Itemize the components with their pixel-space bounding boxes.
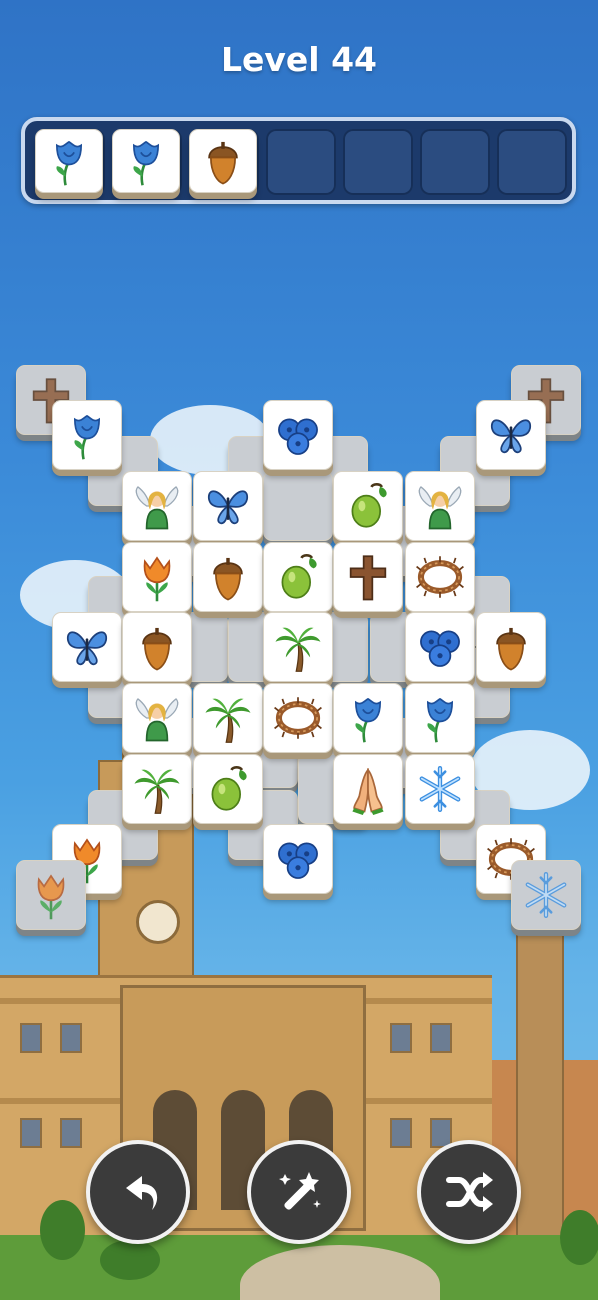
tray-tile-blue-rose [35, 129, 103, 193]
board-tile-snowflake [511, 860, 581, 930]
obelisk [516, 930, 564, 1264]
blue-rose-icon [426, 697, 454, 743]
cross-icon [349, 555, 387, 601]
tray-slot [189, 129, 259, 195]
blueberries-icon [278, 842, 318, 879]
tray-slot [112, 129, 182, 195]
board-tile-blue-rose[interactable] [405, 683, 475, 753]
angel-icon [135, 486, 179, 530]
shuffle-icon [446, 1172, 493, 1212]
tray-slot [420, 129, 490, 195]
shuffle-button[interactable] [417, 1140, 521, 1244]
blue-rose-icon [132, 140, 160, 186]
acorn-icon [496, 627, 526, 671]
palm-tree-icon [275, 627, 321, 672]
board-tile-palm-tree[interactable] [193, 683, 263, 753]
crown-of-thorns-icon [416, 556, 464, 598]
olive-icon [211, 766, 247, 811]
clock [136, 900, 180, 944]
board-tile-olive[interactable] [193, 754, 263, 824]
tray-slot [266, 129, 336, 195]
blueberries-icon [420, 630, 460, 667]
board-tile-cross[interactable] [333, 542, 403, 612]
board-tile-acorn[interactable] [193, 542, 263, 612]
board-tile-olive[interactable] [263, 542, 333, 612]
board-tile-tulip [16, 860, 86, 930]
board-tile-covered [263, 471, 333, 541]
board-tile-blueberries[interactable] [405, 612, 475, 682]
tray-slot [35, 129, 105, 195]
blueberries-icon [278, 418, 318, 455]
tray-slot [497, 129, 567, 195]
bush [40, 1200, 85, 1260]
butterfly-icon [67, 631, 107, 666]
board-tile-angel[interactable] [122, 683, 192, 753]
angel-icon [418, 486, 462, 530]
board-tile-angel[interactable] [405, 471, 475, 541]
board-tile-snowflake[interactable] [405, 754, 475, 824]
tray-tile-acorn [189, 129, 257, 193]
hint-button[interactable] [247, 1140, 351, 1244]
bush [100, 1240, 160, 1280]
palm-tree-icon [205, 698, 251, 743]
snowflake-icon [525, 872, 567, 918]
magic-wand-icon [279, 1172, 321, 1210]
board-tile-palm-tree[interactable] [122, 754, 192, 824]
board-tile-crown-of-thorns[interactable] [405, 542, 475, 612]
board-tile-acorn[interactable] [122, 612, 192, 682]
crown-of-thorns-icon [274, 697, 322, 739]
acorn-icon [142, 627, 172, 671]
snowflake-icon [419, 766, 461, 812]
board-tile-blueberries[interactable] [263, 400, 333, 470]
board-tile-butterfly[interactable] [193, 471, 263, 541]
tulip-icon [143, 556, 171, 602]
board-tile-palm-tree[interactable] [263, 612, 333, 682]
undo-button[interactable] [86, 1140, 190, 1244]
blue-rose-icon [73, 414, 101, 460]
praying-hands-icon [352, 767, 384, 815]
tile-tray [21, 117, 576, 204]
butterfly-icon [208, 490, 248, 525]
board-tile-praying-hands[interactable] [333, 754, 403, 824]
tulip-icon [37, 874, 65, 920]
undo-icon [126, 1176, 158, 1210]
blue-rose-icon [55, 140, 83, 186]
olive-icon [351, 483, 387, 528]
board-tile-crown-of-thorns[interactable] [263, 683, 333, 753]
tray-tile-blue-rose [112, 129, 180, 193]
tray-slot [343, 129, 413, 195]
board-tile-butterfly[interactable] [476, 400, 546, 470]
acorn-icon [213, 557, 243, 601]
board-tile-blue-rose[interactable] [52, 400, 122, 470]
level-title: Level 44 [220, 40, 378, 79]
board-tile-blue-rose[interactable] [333, 683, 403, 753]
board-tile-butterfly[interactable] [52, 612, 122, 682]
board-tile-blueberries[interactable] [263, 824, 333, 894]
board-tile-acorn[interactable] [476, 612, 546, 682]
bush [560, 1210, 598, 1265]
blue-rose-icon [354, 697, 382, 743]
board-tile-angel[interactable] [122, 471, 192, 541]
butterfly-icon [491, 419, 531, 454]
palm-tree-icon [134, 769, 180, 814]
angel-icon [135, 698, 179, 742]
olive-icon [281, 554, 317, 599]
acorn-icon [208, 141, 238, 185]
board-tile-olive[interactable] [333, 471, 403, 541]
board-tile-tulip[interactable] [122, 542, 192, 612]
